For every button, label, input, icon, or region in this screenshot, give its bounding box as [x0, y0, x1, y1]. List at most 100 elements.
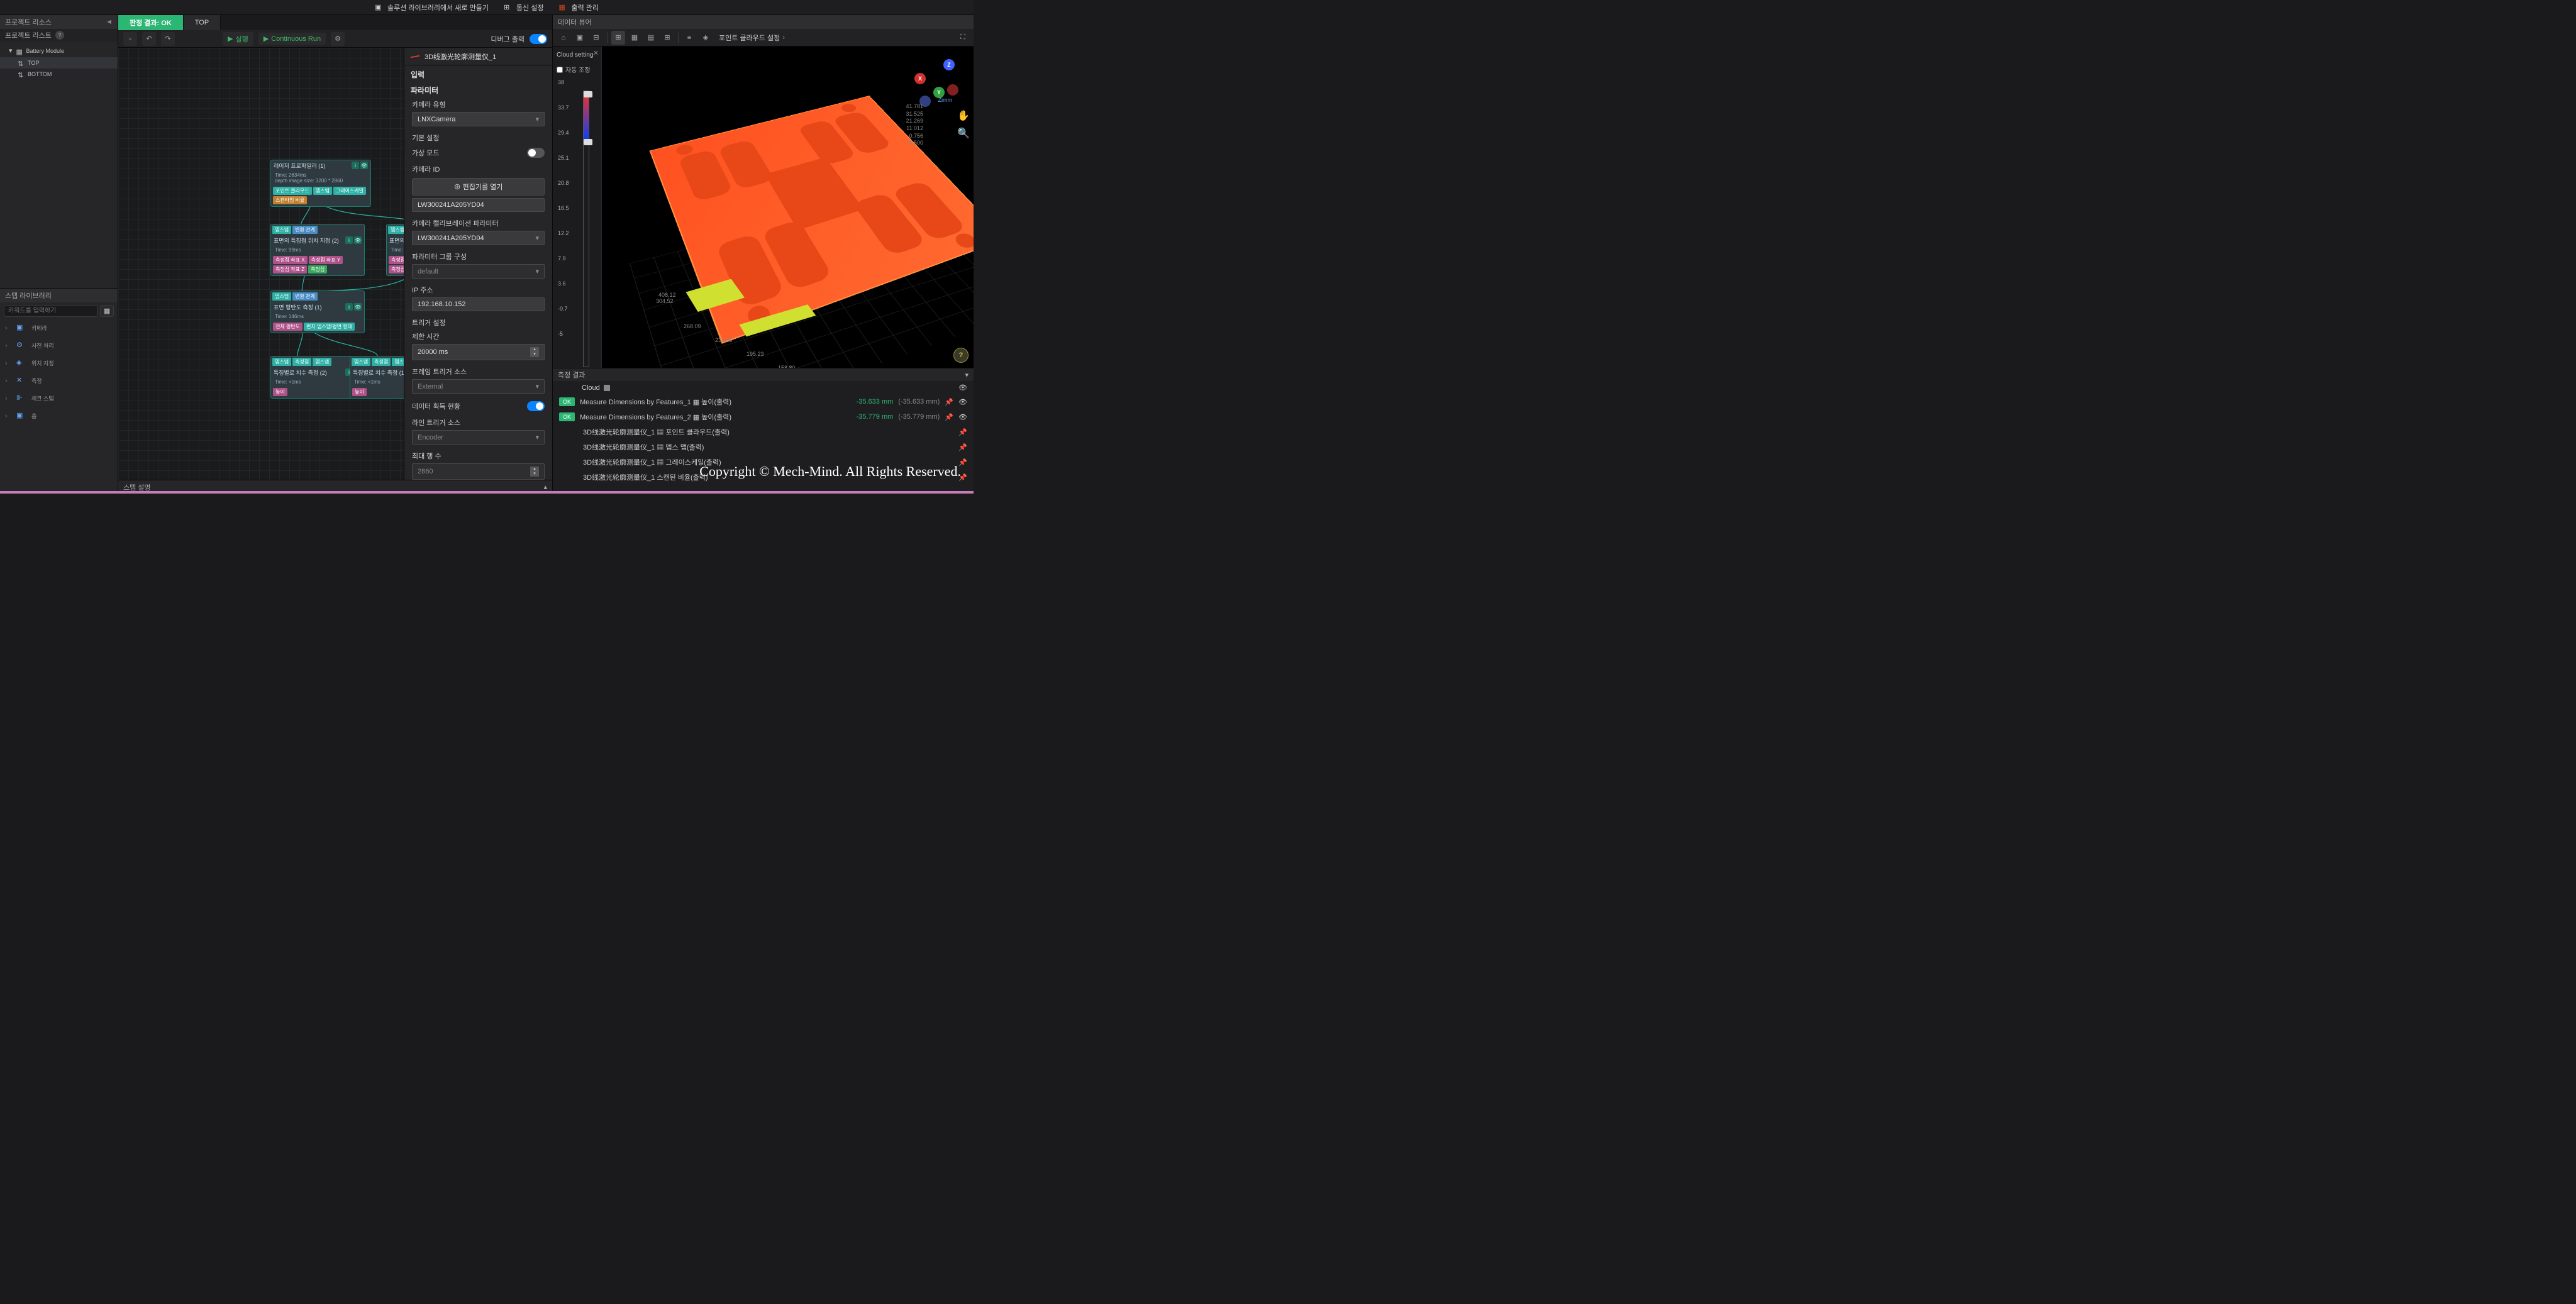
frame-trigger-select[interactable]: External▾	[412, 379, 545, 394]
color-scale-bar[interactable]	[583, 91, 589, 367]
node-surface-features-1[interactable]: 뎁스맵변환 관계 표면의 특징점 위치 지정 (1)i👁 Time: 88ms …	[386, 224, 404, 276]
node-laser-profiler[interactable]: 레이저 프로파일러 (1)i👁 Time: 2634msdepth image …	[270, 160, 371, 207]
result-row: OK Measure Dimensions by Features_2 ▦ 높이…	[553, 409, 974, 424]
locate-icon: ◈	[16, 358, 26, 368]
help-icon[interactable]: ?	[55, 31, 64, 40]
bottom-accent-bar	[0, 491, 974, 494]
param-group-select[interactable]: default▾	[412, 264, 545, 279]
output-row: 3D线激光轮廓测量仪_1 ▦ 그레이스케일(출력)📌	[553, 455, 974, 470]
spinner[interactable]: ▴▾	[530, 347, 539, 357]
collapse-icon[interactable]: ◄	[106, 18, 113, 26]
cat-check[interactable]: ›⊪체크 스텝	[0, 390, 118, 407]
cat-locate[interactable]: ›◈위치 지정	[0, 355, 118, 372]
pin-icon[interactable]: 📌	[958, 473, 967, 482]
pin-icon[interactable]: 📌	[945, 413, 953, 421]
node-planar-flatness[interactable]: 뎁스맵변환 관계 표면 평탄도 측정 (1)i👁 Time: 146ms 전체 …	[270, 290, 365, 333]
vtb-layers[interactable]: ◈	[699, 31, 713, 45]
expand-icon[interactable]: ▴	[543, 483, 547, 491]
info-icon[interactable]: i	[352, 162, 359, 169]
help-button[interactable]: ?	[953, 348, 969, 363]
open-editor-button[interactable]: ⊕ 편집기를 열기	[412, 178, 545, 196]
tree-item-top[interactable]: ⇅TOP	[0, 57, 118, 69]
swap-icon: ⇅	[18, 60, 24, 66]
chevron-down-icon[interactable]: ▾	[965, 371, 969, 379]
info-icon[interactable]: i	[345, 303, 353, 311]
output-mgmt[interactable]: ▦출력 관리	[558, 3, 599, 13]
eye-icon[interactable]: 👁	[958, 384, 967, 392]
cat-measure[interactable]: ›✕측정	[0, 372, 118, 390]
tab-top[interactable]: TOP	[184, 15, 221, 30]
info-icon[interactable]: i	[345, 236, 353, 244]
camera-type-select[interactable]: LNXCamera▾	[412, 112, 545, 126]
auto-adjust-checkbox[interactable]: 자동 조정	[557, 65, 597, 74]
eye-icon[interactable]: 👁	[958, 398, 967, 406]
eye-icon[interactable]: 👁	[958, 413, 967, 421]
vtb-stack[interactable]: ≡	[682, 31, 696, 45]
new-from-library[interactable]: ▣솔루션 라이브러리에서 새로 만들기	[375, 3, 489, 13]
calib-select[interactable]: LW300241A205YD04▾	[412, 231, 545, 245]
pin-icon[interactable]: 📌	[958, 428, 967, 436]
play-icon: ▶	[264, 35, 269, 43]
node-surface-features-2[interactable]: 뎁스맵변환 관계 표면의 특징점 위치 지정 (2)i👁 Time: 99ms …	[270, 224, 365, 276]
tree-root[interactable]: ▾▦Battery Module	[0, 44, 118, 57]
cloud-settings-panel: ✕ Cloud setting 자동 조정 38 33.7 29.4 25.1 …	[553, 47, 602, 368]
maximize-button[interactable]: ⛶	[956, 31, 970, 45]
spinner[interactable]: ▴▾	[530, 467, 539, 477]
cat-preprocess[interactable]: ›⚙사전 처리	[0, 337, 118, 355]
continuous-run-button[interactable]: ▶Continuous Run	[258, 33, 326, 45]
pin-icon[interactable]: 📌	[945, 398, 953, 406]
virtual-mode-toggle[interactable]	[527, 148, 545, 158]
param-section: 파라미터	[404, 81, 552, 97]
max-rows-field[interactable]: 2860▴▾	[412, 463, 545, 480]
save-icon: ▫	[129, 35, 131, 43]
ok-badge: OK	[559, 397, 575, 406]
chevron-right-icon: ›	[782, 34, 785, 41]
chevron-down-icon: ▾	[535, 433, 539, 441]
cat-etc[interactable]: ›▣홈	[0, 407, 118, 425]
close-icon[interactable]: ✕	[593, 49, 599, 57]
pin-icon[interactable]: 📌	[958, 458, 967, 467]
pan-icon[interactable]: ✋	[957, 109, 970, 122]
search-input[interactable]	[4, 305, 97, 317]
3d-viewport[interactable]: Z X Y Zimm 41.78131.52521.269 11.0120.75…	[602, 47, 974, 368]
data-acq-toggle[interactable]	[527, 401, 545, 411]
vtb-fit[interactable]: ▣	[573, 31, 587, 45]
timeout-field[interactable]: 20000 ms▴▾	[412, 344, 545, 360]
ip-field[interactable]: 192.168.10.152	[412, 297, 545, 311]
data-viewer-header: 데이터 뷰어	[553, 15, 974, 29]
camera-id-field[interactable]: LW300241A205YD04	[412, 198, 545, 212]
zoom-icon[interactable]: 🔍	[957, 127, 970, 140]
vtb-grid2[interactable]: ▦	[628, 31, 641, 45]
run-button[interactable]: ▶실행	[223, 32, 253, 46]
search-button[interactable]: ▦	[100, 305, 114, 317]
pin-icon[interactable]: 📌	[958, 443, 967, 451]
step-library-header: 스텝 라이브러리	[0, 289, 118, 302]
eye-icon[interactable]: 👁	[354, 236, 362, 244]
vtb-grid4[interactable]: ⊞	[660, 31, 674, 45]
vtb-grid3[interactable]: ▤	[644, 31, 658, 45]
gear-icon: ⚙	[16, 341, 26, 351]
settings-button[interactable]: ⚙	[331, 32, 345, 46]
tab-result-ok[interactable]: 판정 결과: OK	[118, 15, 184, 30]
eye-icon[interactable]: 👁	[360, 162, 368, 169]
undo-button[interactable]: ↶	[142, 32, 156, 46]
node-canvas[interactable]: 레이저 프로파일러 (1)i👁 Time: 2634msdepth image …	[118, 48, 404, 480]
redo-button[interactable]: ↷	[161, 32, 175, 46]
play-icon: ▶	[228, 35, 233, 43]
scale-handle-top[interactable]	[584, 91, 592, 97]
output-row: 3D线激光轮廓测量仪_1 ▦ 포인트 클라우드(출력)📌	[553, 424, 974, 439]
vtb-home[interactable]: ⌂	[557, 31, 570, 45]
tree-item-bottom[interactable]: ⇅BOTTOM	[0, 69, 118, 80]
cat-camera[interactable]: ›▣카메라	[0, 319, 118, 337]
node-measure-1[interactable]: 뎁스맵측정점뎁스맵 특징별로 치수 측정 (1)i👁 Time: <1ms 높이	[350, 356, 404, 399]
vtb-layer[interactable]: ⊟	[589, 31, 603, 45]
eye-icon[interactable]: 👁	[354, 303, 362, 311]
chevron-down-icon: ▾	[535, 382, 539, 390]
vtb-grid1[interactable]: ⊞	[611, 31, 625, 45]
line-trigger-select[interactable]: Encoder▾	[412, 430, 545, 445]
comm-settings[interactable]: ⊞통신 설정	[504, 3, 544, 13]
scale-handle-bottom[interactable]	[584, 139, 592, 145]
cloud-settings-label[interactable]: 포인트 클라우드 설정	[719, 33, 780, 43]
debug-output-toggle[interactable]	[530, 34, 547, 44]
save-button[interactable]: ▫	[123, 32, 137, 46]
